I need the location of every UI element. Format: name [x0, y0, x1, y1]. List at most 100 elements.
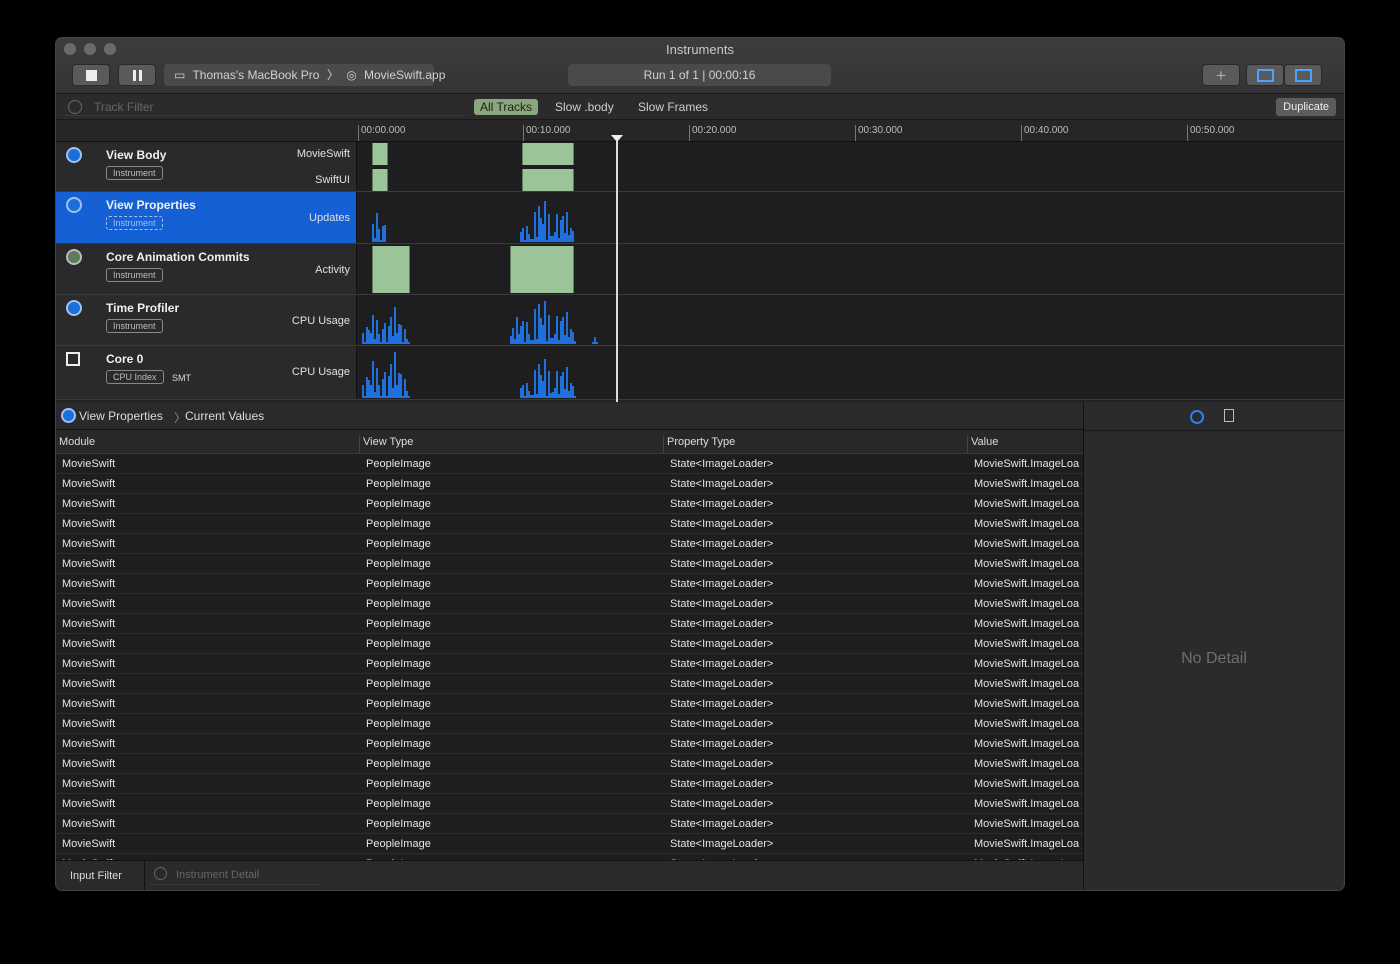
graph-bar	[384, 225, 386, 242]
cell-view-type: PeopleImage	[366, 498, 431, 510]
track-view-body[interactable]: View Body Instrument MovieSwift SwiftUI	[56, 142, 1344, 192]
col-module[interactable]: Module	[56, 436, 95, 454]
cell-view-type: PeopleImage	[366, 618, 431, 630]
cell-value: MovieSwift.ImageLoa	[974, 838, 1080, 850]
table-body: MovieSwift PeopleImage State<ImageLoader> M…	[56, 454, 1083, 860]
track-badge: Instrument	[106, 319, 163, 333]
playhead[interactable]	[616, 140, 618, 402]
graph-bar	[400, 374, 402, 398]
breadcrumb-view-properties[interactable]: View Properties	[79, 409, 163, 423]
cell-value: MovieSwift.ImageLoa	[974, 738, 1080, 750]
table-row[interactable]: MovieSwift PeopleImage State<ImageLoader> M…	[56, 814, 1083, 834]
track-lane[interactable]	[358, 244, 1344, 294]
table-row[interactable]: MovieSwift PeopleImage State<ImageLoader> M…	[56, 614, 1083, 634]
track-lane[interactable]	[358, 142, 1344, 191]
cell-module: MovieSwift	[62, 558, 116, 570]
table-row[interactable]: MovieSwift PeopleImage State<ImageLoader> M…	[56, 494, 1083, 514]
track-time-profiler[interactable]: Time Profiler Instrument CPU Usage	[56, 295, 1344, 346]
toggle-detail-button[interactable]	[1246, 64, 1284, 86]
cell-property-type: State<ImageLoader>	[670, 478, 774, 490]
breadcrumb-current-values[interactable]: Current Values	[185, 409, 264, 423]
track-lane[interactable]	[358, 295, 1344, 345]
table-row[interactable]: MovieSwift PeopleImage State<ImageLoader> M…	[56, 594, 1083, 614]
cell-property-type: State<ImageLoader>	[670, 458, 774, 470]
cell-view-type: PeopleImage	[366, 638, 431, 650]
cell-view-type: PeopleImage	[366, 758, 431, 770]
track-view-properties[interactable]: View Properties Instrument Updates	[56, 192, 1344, 244]
document-icon[interactable]	[1224, 409, 1234, 422]
filter-bar: Track Filter All Tracks Slow .body Slow …	[56, 94, 1344, 120]
track-core-0[interactable]: Core 0 CPU Index SMT CPU Usage	[56, 346, 1344, 400]
pause-button[interactable]	[118, 64, 156, 86]
laptop-icon: ▭	[174, 68, 186, 82]
track-lane[interactable]	[358, 346, 1344, 399]
detail-breadcrumb: View Properties 〉 Current Values	[56, 402, 1083, 430]
cell-property-type: State<ImageLoader>	[670, 718, 774, 730]
cell-property-type: State<ImageLoader>	[670, 638, 774, 650]
table-row[interactable]: MovieSwift PeopleImage State<ImageLoader> M…	[56, 474, 1083, 494]
cell-view-type: PeopleImage	[366, 718, 431, 730]
table-row[interactable]: MovieSwift PeopleImage State<ImageLoader> M…	[56, 654, 1083, 674]
table-row[interactable]: MovieSwift PeopleImage State<ImageLoader> M…	[56, 834, 1083, 854]
cell-module: MovieSwift	[62, 638, 116, 650]
graph-bar	[408, 342, 410, 344]
ruler-tick: 00:40.000	[1021, 125, 1069, 141]
table-row[interactable]: MovieSwift PeopleImage State<ImageLoader> M…	[56, 754, 1083, 774]
track-name: Core Animation Commits	[106, 250, 250, 264]
table-row[interactable]: MovieSwift PeopleImage State<ImageLoader> M…	[56, 674, 1083, 694]
cell-view-type: PeopleImage	[366, 558, 431, 570]
table-row[interactable]: MovieSwift PeopleImage State<ImageLoader> M…	[56, 514, 1083, 534]
cell-view-type: PeopleImage	[366, 838, 431, 850]
smt-label: SMT	[172, 373, 191, 383]
cell-module: MovieSwift	[62, 578, 116, 590]
tab-all-tracks[interactable]: All Tracks	[474, 99, 539, 115]
graph-bar	[384, 323, 386, 344]
timeline-ruler[interactable]: 00:00.000 00:10.000 00:20.000 00:30.000 …	[56, 120, 1344, 142]
cell-value: MovieSwift.ImageLoa	[974, 758, 1080, 770]
stop-button[interactable]	[72, 64, 110, 86]
track-lane[interactable]	[358, 192, 1344, 243]
cell-view-type: PeopleImage	[366, 658, 431, 670]
col-value[interactable]: Value	[967, 436, 998, 454]
track-name: Core 0	[106, 352, 144, 366]
cell-property-type: State<ImageLoader>	[670, 538, 774, 550]
cell-view-type: PeopleImage	[366, 778, 431, 790]
table-header: Module View Type Property Type Value	[56, 430, 1083, 454]
table-row[interactable]: MovieSwift PeopleImage State<ImageLoader> M…	[56, 554, 1083, 574]
table-row[interactable]: MovieSwift PeopleImage State<ImageLoader> M…	[56, 734, 1083, 754]
duplicate-button[interactable]: Duplicate	[1276, 98, 1336, 116]
info-icon[interactable]	[1190, 410, 1204, 424]
instrument-detail-input[interactable]: Instrument Detail	[150, 865, 320, 885]
track-badge: Instrument	[106, 166, 163, 180]
ruler-tick: 00:10.000	[523, 125, 571, 141]
table-row[interactable]: MovieSwift PeopleImage State<ImageLoader> M…	[56, 694, 1083, 714]
window-title: Instruments	[666, 42, 734, 57]
table-row[interactable]: MovieSwift PeopleImage State<ImageLoader> M…	[56, 634, 1083, 654]
toggle-inspector-button[interactable]	[1284, 64, 1322, 86]
cell-property-type: State<ImageLoader>	[670, 518, 774, 530]
title-bar: Instruments ▭ Thomas's MacBook Pro 〉 ◎ M…	[56, 38, 1344, 94]
track-core-animation[interactable]: Core Animation Commits Instrument Activi…	[56, 244, 1344, 295]
ruler-tick: 00:20.000	[689, 125, 737, 141]
cell-module: MovieSwift	[62, 538, 116, 550]
table-row[interactable]: MovieSwift PeopleImage State<ImageLoader> M…	[56, 794, 1083, 814]
col-view-type[interactable]: View Type	[359, 436, 413, 454]
table-row[interactable]: MovieSwift PeopleImage State<ImageLoader> M…	[56, 534, 1083, 554]
cell-value: MovieSwift.ImageLoa	[974, 778, 1080, 790]
tab-slow-body[interactable]: Slow .body	[549, 99, 620, 115]
table-row[interactable]: MovieSwift PeopleImage State<ImageLoader> M…	[56, 454, 1083, 474]
device-name: Thomas's MacBook Pro	[192, 68, 320, 82]
track-lane-label: Updates	[309, 212, 350, 224]
target-selector[interactable]: ▭ Thomas's MacBook Pro 〉 ◎ MovieSwift.ap…	[164, 64, 445, 86]
cell-view-type: PeopleImage	[366, 518, 431, 530]
track-filter-input[interactable]: Track Filter	[64, 98, 462, 116]
add-instrument-button[interactable]: +	[1202, 64, 1240, 86]
table-row[interactable]: MovieSwift PeopleImage State<ImageLoader> M…	[56, 714, 1083, 734]
table-row[interactable]: MovieSwift PeopleImage State<ImageLoader> M…	[56, 774, 1083, 794]
cell-value: MovieSwift.ImageLoa	[974, 558, 1080, 570]
table-row[interactable]: MovieSwift PeopleImage State<ImageLoader> M…	[56, 574, 1083, 594]
stop-icon	[86, 70, 97, 81]
input-filter-label[interactable]: Input Filter	[70, 870, 122, 882]
col-property-type[interactable]: Property Type	[663, 436, 735, 454]
tab-slow-frames[interactable]: Slow Frames	[632, 99, 714, 115]
